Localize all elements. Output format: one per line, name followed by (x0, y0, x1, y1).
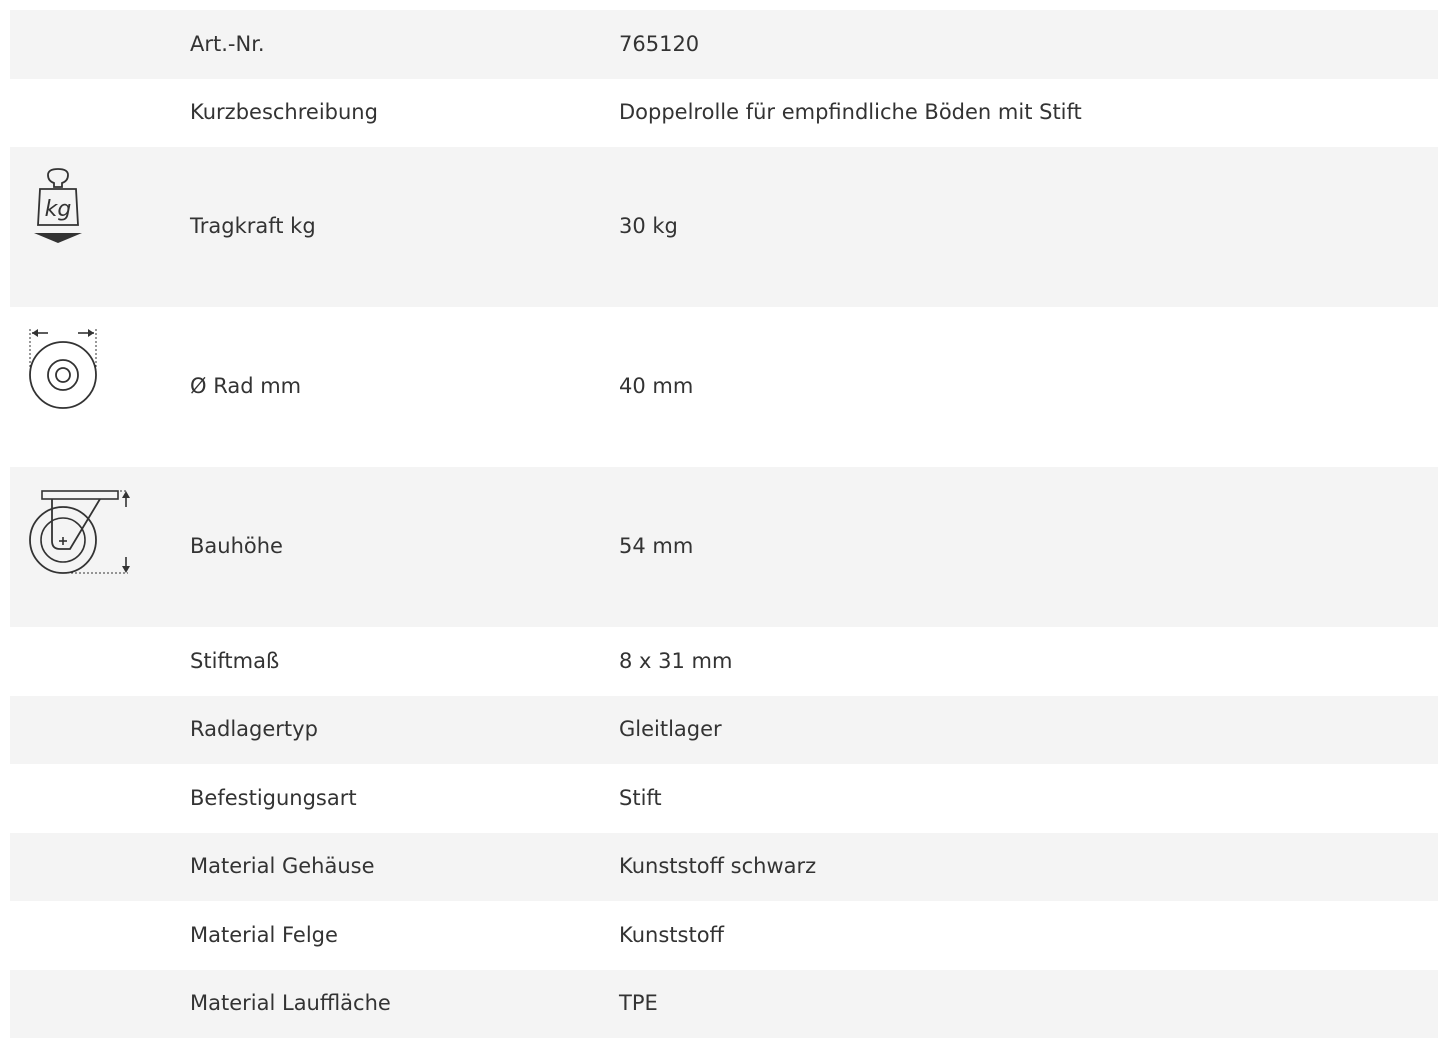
spec-row-material-felge: Material Felge Kunststoff (10, 901, 1438, 970)
spec-value: 40 mm (619, 374, 1438, 399)
spec-value: 765120 (619, 32, 1438, 57)
spec-row-stiftmass: Stiftmaß 8 x 31 mm (10, 627, 1438, 696)
spec-icon-cell (10, 901, 190, 970)
wheel-diameter-icon (28, 325, 108, 413)
spec-row-radlagertyp: Radlagertyp Gleitlager (10, 696, 1438, 765)
spec-label: Befestigungsart (190, 786, 619, 811)
spec-label: Kurzbeschreibung (190, 100, 619, 125)
spec-icon-cell (10, 79, 190, 148)
spec-label: Bauhöhe (190, 534, 619, 559)
spec-label: Radlagertyp (190, 717, 619, 742)
spec-icon-cell (10, 764, 190, 833)
weight-kg-icon-text: kg (45, 197, 72, 222)
spec-row-befestigungsart: Befestigungsart Stift (10, 764, 1438, 833)
spec-value: Kunststoff (619, 923, 1438, 948)
spec-label: Art.-Nr. (190, 32, 619, 57)
spec-icon-cell (10, 627, 190, 696)
spec-label: Stiftmaß (190, 649, 619, 674)
weight-kg-icon: kg (28, 167, 88, 251)
spec-value: Stift (619, 786, 1438, 811)
spec-label: Material Gehäuse (190, 854, 619, 879)
spec-label: Material Felge (190, 923, 619, 948)
spec-value: 8 x 31 mm (619, 649, 1438, 674)
spec-icon-cell (10, 10, 190, 79)
spec-label: Ø Rad mm (190, 374, 619, 399)
spec-value: Doppelrolle für empfindliche Böden mit S… (619, 100, 1438, 125)
spec-row-bauhoehe: Bauhöhe 54 mm (10, 467, 1438, 627)
spec-icon-cell (10, 833, 190, 902)
spec-value: 54 mm (619, 534, 1438, 559)
spec-row-kurzbeschreibung: Kurzbeschreibung Doppelrolle für empfind… (10, 79, 1438, 148)
spec-value: 30 kg (619, 214, 1438, 239)
spec-value: TPE (619, 991, 1438, 1016)
spec-icon-cell: kg (10, 147, 190, 307)
spec-value: Gleitlager (619, 717, 1438, 742)
spec-icon-cell (10, 696, 190, 765)
spec-icon-cell (10, 307, 190, 467)
spec-label: Tragkraft kg (190, 214, 619, 239)
spec-row-material-gehaeuse: Material Gehäuse Kunststoff schwarz (10, 833, 1438, 902)
spec-icon-cell (10, 970, 190, 1038)
spec-row-art-nr: Art.-Nr. 765120 (10, 10, 1438, 79)
spec-row-tragkraft: kg Tragkraft kg 30 kg (10, 147, 1438, 307)
specification-table: Art.-Nr. 765120 Kurzbeschreibung Doppelr… (10, 10, 1438, 1038)
spec-label: Material Lauffläche (190, 991, 619, 1016)
spec-row-rad-durchmesser: Ø Rad mm 40 mm (10, 307, 1438, 467)
spec-value: Kunststoff schwarz (619, 854, 1438, 879)
spec-row-material-lauffläche: Material Lauffläche TPE (10, 970, 1438, 1038)
spec-icon-cell (10, 467, 190, 627)
caster-height-icon (28, 485, 138, 577)
